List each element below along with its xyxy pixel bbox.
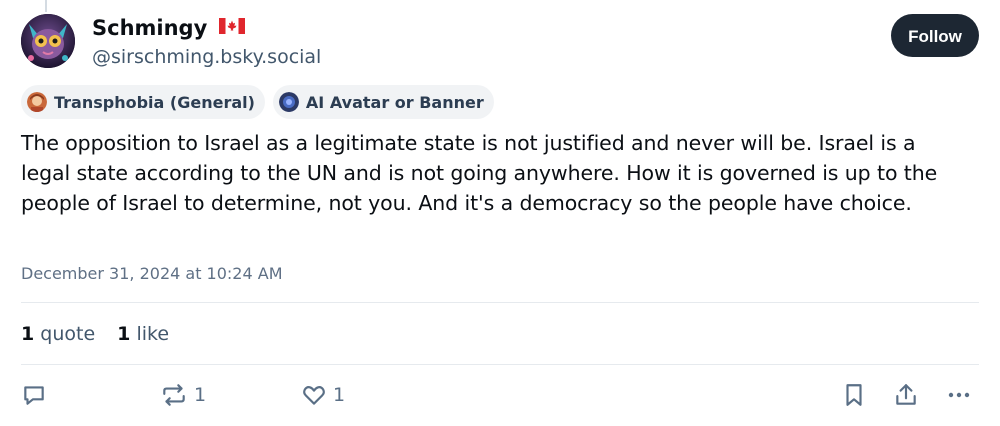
label-chip-ai-avatar[interactable]: AI Avatar or Banner — [272, 85, 494, 119]
labeler-avatar-icon — [27, 92, 47, 112]
share-icon — [893, 382, 919, 408]
canada-flag-icon — [218, 12, 245, 42]
display-name-text: Schmingy — [92, 16, 208, 40]
heart-icon — [301, 382, 327, 408]
share-button[interactable] — [893, 382, 919, 408]
label-chip-text: AI Avatar or Banner — [305, 92, 484, 112]
label-chip-text: Transphobia (General) — [54, 92, 255, 112]
moderation-labels: Transphobia (General) AI Avatar or Banne… — [21, 85, 494, 119]
post-text: The opposition to Israel as a legitimate… — [21, 131, 938, 215]
likes-stat[interactable]: 1 like — [117, 321, 169, 347]
avatar[interactable] — [21, 14, 75, 68]
avatar-image — [21, 14, 75, 68]
repost-arrows-icon — [160, 382, 188, 408]
author-display-name[interactable]: Schmingy — [92, 13, 245, 44]
post-stats: 1 quote 1 like — [21, 321, 169, 347]
like-count: 1 — [333, 384, 346, 406]
labeler-avatar-icon — [278, 92, 299, 112]
divider — [21, 302, 979, 303]
like-button[interactable]: 1 — [301, 382, 345, 408]
repost-count: 1 — [194, 384, 207, 406]
bookmark-button[interactable] — [842, 382, 866, 408]
bookmark-icon — [842, 382, 866, 408]
quotes-label: quote — [40, 323, 96, 345]
follow-button[interactable]: Follow — [891, 14, 979, 57]
divider — [21, 364, 979, 365]
likes-count: 1 — [117, 323, 131, 345]
repost-button[interactable]: 1 — [160, 382, 206, 408]
reply-button[interactable] — [21, 382, 47, 408]
post-timestamp[interactable]: December 31, 2024 at 10:24 AM — [21, 263, 283, 285]
speech-bubble-icon — [21, 382, 47, 408]
thread-line — [45, 0, 47, 12]
more-options-button[interactable] — [945, 382, 973, 408]
likes-label: like — [136, 323, 170, 345]
quotes-count: 1 — [21, 323, 35, 345]
ellipsis-icon — [945, 382, 973, 408]
label-chip-transphobia[interactable]: Transphobia (General) — [21, 85, 265, 119]
author-handle[interactable]: @sirschming.bsky.social — [92, 44, 321, 70]
post-actions: 1 1 — [0, 382, 1000, 412]
quotes-stat[interactable]: 1 quote — [21, 321, 95, 347]
